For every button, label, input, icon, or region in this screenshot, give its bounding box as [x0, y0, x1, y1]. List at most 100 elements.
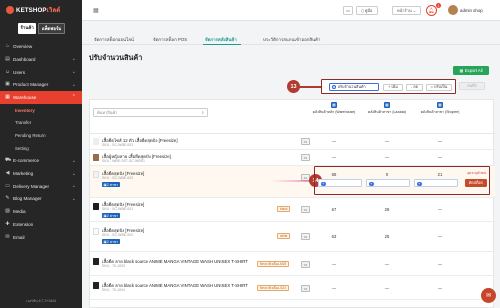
sidebar-item-delivery-manager[interactable]: ▭ Delivery Manager ⌄ [0, 180, 82, 193]
version-text: เวอร์ชัน 6.7.2+3444 [25, 299, 57, 303]
manual-button[interactable]: ▯ คู่มือ [356, 6, 378, 15]
image-button[interactable]: ▭ [301, 154, 310, 161]
adjust-mode-radio[interactable]: ปรับจำนวนสินค้า [329, 83, 379, 91]
plus-icon: + [321, 180, 326, 186]
option-badge: Neon สีเหลือง-S24 [257, 285, 289, 291]
warehouse-icon: ▦ [5, 93, 10, 100]
sidebar-item-users[interactable]: ☺ Users ⌄ [0, 66, 82, 79]
logo[interactable]: KETSHOPเวิลด์ [0, 0, 82, 20]
product-thumbnail [93, 171, 99, 178]
sidebar-item-blog-manager[interactable]: ✎ Blog Manager ⌄ [0, 193, 82, 206]
chevron-down-icon: ⌄ [71, 183, 76, 190]
product-thumbnail [93, 228, 99, 235]
cut-stock-button[interactable]: ตัดสต็อก [465, 179, 487, 187]
shopee-stock: — [437, 234, 443, 239]
warehouse-adjust-input[interactable]: + [318, 179, 362, 187]
chevron-down-icon: ⌄ [71, 56, 76, 63]
platform-mode-button[interactable]: แพ็ตฟอร์ม [38, 23, 65, 35]
tab-warehouse[interactable]: จัดการคลังสินค้า [205, 36, 237, 43]
sidebar-item-extension[interactable]: ✚ Extension [0, 218, 82, 231]
product-sku: SKU : WBE-SET-SC-WBE1 [102, 159, 145, 163]
grid-icon[interactable]: ▦ [93, 7, 99, 14]
lazada-stock: 28 [384, 207, 390, 212]
sidebar-item-media[interactable]: ▨ Media [0, 205, 82, 218]
page-title: ปรับจำนวนสินค้า [89, 53, 143, 62]
image-button[interactable]: ▭ [301, 261, 310, 268]
callout-13-pointer [299, 86, 321, 88]
warehouse-stock: — [331, 155, 337, 160]
table-row[interactable]: เสื้อยืด ลาย black source ANIME MANGA VI… [90, 276, 495, 300]
column-header-shopee[interactable]: ▦ คลังสินค้าสาขา (Shopee) [418, 102, 462, 114]
warehouse-icon: ▦ [437, 102, 443, 108]
sidebar-subitem-inventory[interactable]: Inventory [0, 104, 82, 117]
sidebar-subitem-transfer[interactable]: Transfer [0, 117, 82, 130]
active-tab-indicator [203, 43, 241, 45]
sidebar-item-label: E-commerce [13, 158, 40, 164]
lazada-stock: — [384, 262, 390, 267]
set-mode-button[interactable]: = ปรับเป็น [426, 83, 452, 91]
user-name[interactable]: admin shop [460, 8, 483, 13]
sidebar-item-overview[interactable]: ⌂ Overview [0, 40, 82, 53]
shopee-adjust-input[interactable]: + [414, 179, 458, 187]
sidebar-item-label: Marketing [13, 171, 34, 177]
sidebar-item-ecommerce[interactable]: ⛟ E-commerce ⌄ [0, 155, 82, 168]
add-mode-button[interactable]: + เพิ่ม [383, 83, 403, 91]
warehouse-stock: — [331, 286, 337, 291]
branch-badge[interactable]: ▣ 2 สาขา [102, 182, 120, 187]
branch-badge[interactable]: ▣ 2 สาขา [102, 239, 120, 244]
table-row[interactable]: เสื้อผู้หญิงลาย เสื้อยืดสุดปัง [Freesize… [90, 150, 495, 166]
image-button[interactable]: ▭ [301, 138, 310, 145]
store-mode-button[interactable]: ร้านค้า [18, 23, 37, 35]
monitor-button[interactable]: ▭ [343, 6, 353, 15]
tab-scan-history[interactable]: ประวัติการสแกนเข้าออกสินค้า [263, 36, 320, 43]
table-row[interactable]: เสื้อยืดไซส์ 12 ตัว เสื้อยืดสุดปัง [Free… [90, 134, 495, 150]
image-button[interactable]: ▭ [301, 285, 310, 292]
sidebar-item-label: Blog Manager [13, 196, 42, 202]
mail-icon: ✉ [5, 233, 10, 240]
image-button[interactable]: ▭ [301, 206, 310, 213]
table-icon: ▦ [459, 68, 464, 73]
sidebar-item-warehouse[interactable]: ▦ Warehouse ⌃ [0, 91, 82, 104]
tab-online-stock[interactable]: จัดการสต็อกออนไลน์ [94, 36, 134, 43]
sidebar-item-product-manager[interactable]: ▣ Product Manager ⌄ [0, 78, 82, 91]
sidebar-item-label: Product Manager [13, 82, 49, 88]
warehouse-stock: 67 [331, 207, 337, 212]
shopee-stock: — [437, 286, 443, 291]
branch-badge[interactable]: ▣ 2 สาขา [102, 213, 120, 218]
search-input[interactable]: ค้นหาสินค้า ⌕ [93, 108, 208, 117]
shopee-stock: — [437, 139, 443, 144]
tab-bar: จัดการสต็อกออนไลน์ จัดการสต็อก POS จัดกา… [82, 33, 500, 45]
sidebar-menu: ⌂ Overview ▤ Dashboard ⌄ ☺ Users ⌄ ▣ Product M… [0, 40, 82, 243]
column-header-lazada[interactable]: ▦ คลังสินค้าสาขา (Lazada) [365, 102, 409, 114]
save-button[interactable]: บันทึก [459, 82, 485, 90]
logo-text: KETSHOPเวิลด์ [16, 7, 61, 14]
tab-pos-stock[interactable]: จัดการสต็อก POS [153, 36, 187, 43]
export-all-button[interactable]: ▦ Export All [453, 66, 489, 75]
sidebar-subitem-pending-return[interactable]: Pending Return [0, 129, 82, 142]
pen-icon: ✎ [5, 195, 10, 202]
product-sku: SKU : SC-WBE-001 [102, 207, 134, 211]
sidebar-item-dashboard[interactable]: ▤ Dashboard ⌄ [0, 53, 82, 66]
chevron-down-icon: ⌄ [71, 81, 76, 88]
table-row[interactable]: เสื้อยืด ลาย black source ANIME MANGA VI… [90, 252, 495, 276]
product-sku: SKU : SC-WBE-002 [102, 233, 134, 237]
column-header-warehouse[interactable]: ▦ คลังสินค้าหลัก (Warehouse) [312, 102, 356, 114]
warehouse-stock: 63 [331, 234, 337, 239]
lazada-stock: — [384, 286, 390, 291]
sidebar-subitem-setting[interactable]: Setting [0, 142, 82, 155]
sidebar-item-label: Extension [13, 221, 34, 227]
avatar[interactable] [448, 5, 458, 15]
sidebar-item-email[interactable]: ✉ Email [0, 231, 82, 244]
table-row[interactable]: เสื้อยืดสุดปัง [Freesize] SKU : SC-WBE-0… [90, 198, 495, 222]
chat-bubble-icon[interactable]: ✉ [481, 288, 496, 303]
lazada-adjust-input[interactable]: + [366, 179, 410, 187]
sidebar-item-label: Delivery Manager [13, 183, 49, 189]
warehouse-stock: — [331, 262, 337, 267]
image-button[interactable]: ▭ [301, 233, 310, 240]
subtract-mode-button[interactable]: - ลด [406, 83, 423, 91]
puzzle-icon: ✚ [5, 220, 10, 227]
storefront-button[interactable]: หน้าร้าน ⌄ [392, 6, 421, 15]
sidebar-item-marketing[interactable]: ◀ Marketing ⌄ [0, 167, 82, 180]
table-row[interactable]: เสื้อยืดสุดปัง [Freesize] SKU : SC-WBE-0… [90, 222, 495, 252]
home-icon: ⌂ [5, 43, 10, 50]
